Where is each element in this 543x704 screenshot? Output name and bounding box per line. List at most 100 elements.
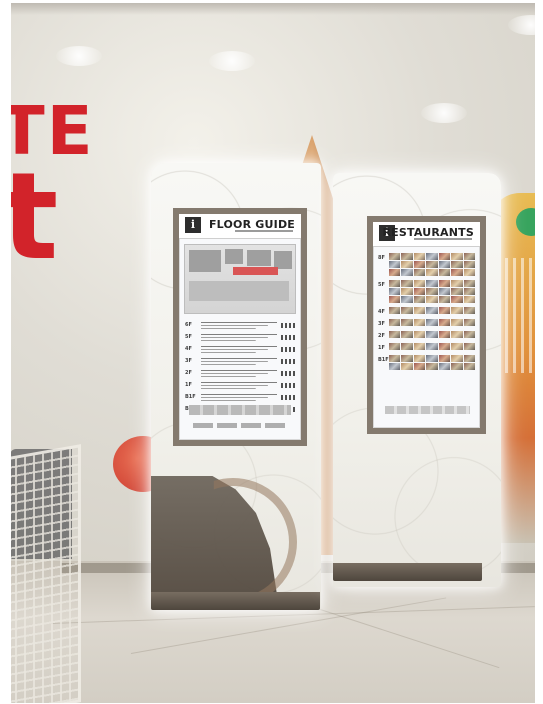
restaurant-thumbnail [426,319,438,326]
floor-row: 4F [185,344,295,354]
restaurant-thumbnail [413,363,426,370]
restaurant-thumbnail [413,331,426,338]
restaurant-thumbnail [451,363,463,370]
restaurants-kiosk-base [333,563,482,581]
ceiling-light-reflection [421,103,467,123]
restaurant-thumbnails [389,307,475,314]
restaurant-floor-row: 8F [378,253,475,276]
restaurant-thumbnail [451,331,463,338]
floor-guide-header: i FLOOR GUIDE [179,214,301,239]
restaurant-thumbnail [426,296,438,303]
floor-text-lines [201,369,277,377]
restaurant-thumbnail [451,261,463,268]
floor-text-lines [201,381,277,389]
restaurant-thumbnail [389,269,401,276]
map-store-block [247,250,271,266]
restaurant-thumbnail [438,363,451,370]
restaurant-thumbnail [389,307,401,314]
floor-list: 6F 5F 4F 3F 2F 1F B1F B2F [179,320,301,414]
mall-directory-photo: TE t i FLOOR GUIDE 6F 5F 4F 3F 2F 1F B1F… [11,3,535,703]
map-store-block [225,249,243,264]
restaurant-thumbnail [389,343,401,350]
restaurant-thumbnail [438,280,451,287]
floor-amenity-icons [281,346,295,352]
restaurant-thumbnail [413,355,426,362]
restaurant-thumbnail [426,355,438,362]
restaurant-thumbnail [389,319,401,326]
restaurant-floor-label: 8F [378,255,385,261]
map-highlight [233,267,278,275]
restaurant-thumbnails [389,319,475,326]
restaurant-floor-row: 5F [378,280,475,303]
restaurant-thumbnail [438,331,451,338]
restaurant-thumbnail [413,296,426,303]
mural-dome-stripes [497,258,535,373]
restaurant-floor-label: 3F [378,321,385,327]
restaurant-thumbnail [401,343,413,350]
restaurant-thumbnail [463,363,475,370]
restaurant-thumbnail [413,253,426,260]
shopping-cart [11,444,81,703]
restaurant-thumbnail [463,343,475,350]
floor-row: 3F [185,356,295,366]
restaurant-thumbnail [401,355,413,362]
floor-amenity-icons [281,322,295,328]
restaurant-thumbnail [413,269,426,276]
restaurant-thumbnail [451,355,463,362]
restaurant-thumbnail [426,363,438,370]
restaurant-floor-label: 2F [378,333,385,339]
restaurant-thumbnail [413,307,426,314]
restaurant-thumbnail [389,355,401,362]
restaurant-thumbnail [389,363,401,370]
map-store-block [189,250,221,272]
restaurant-thumbnail [451,280,463,287]
floor-label: 1F [185,382,192,388]
restaurant-thumbnail [401,331,413,338]
restaurant-thumbnail [426,288,438,295]
restaurant-thumbnail [426,269,438,276]
floor-label: 5F [185,334,192,340]
restaurant-thumbnail [401,269,413,276]
floor-amenity-icons [281,382,295,388]
floor-row: B1F [185,392,295,402]
restaurant-thumbnail [463,261,475,268]
restaurant-thumbnail [463,253,475,260]
ceiling-light-reflection [209,51,255,71]
floor-text-lines [201,345,277,353]
restaurant-thumbnail [463,288,475,295]
restaurant-thumbnail [463,296,475,303]
restaurant-thumbnails [389,331,475,338]
restaurant-thumbnail [438,253,451,260]
restaurant-thumbnail [413,343,426,350]
floor-text-lines [201,357,277,365]
restaurant-thumbnail [438,343,451,350]
restaurant-thumbnails [389,343,475,350]
floor-amenity-icons [281,334,295,340]
map-store-block [189,281,289,301]
restaurant-floor-row: B1F [378,355,475,370]
restaurant-thumbnail [389,331,401,338]
ceiling-light-reflection [56,46,102,66]
floor-label: 2F [185,370,192,376]
floor-guide-sign: i FLOOR GUIDE 6F 5F 4F 3F 2F 1F B1F [173,208,307,446]
restaurant-thumbnail [401,296,413,303]
restaurant-floor-row: 2F [378,331,475,339]
restaurant-thumbnail [389,280,401,287]
restaurant-thumbnail [389,288,401,295]
floor-guide-kiosk-base [151,592,320,610]
restaurants-subtitle-line [414,238,472,240]
restaurant-floor-label: 5F [378,282,385,288]
restaurant-floor-row: 4F [378,307,475,315]
restaurant-thumbnail [451,269,463,276]
restaurants-legend-strip [385,406,470,414]
restaurant-thumbnail [389,261,401,268]
restaurant-thumbnail [413,319,426,326]
restaurant-thumbnail [401,307,413,314]
restaurant-thumbnail [438,355,451,362]
restaurant-thumbnail [438,261,451,268]
restaurant-thumbnail [401,280,413,287]
floor-label: B1F [185,394,196,400]
restaurant-floor-row: 1F [378,343,475,351]
floor-label: 3F [185,358,192,364]
restaurant-thumbnail [426,253,438,260]
